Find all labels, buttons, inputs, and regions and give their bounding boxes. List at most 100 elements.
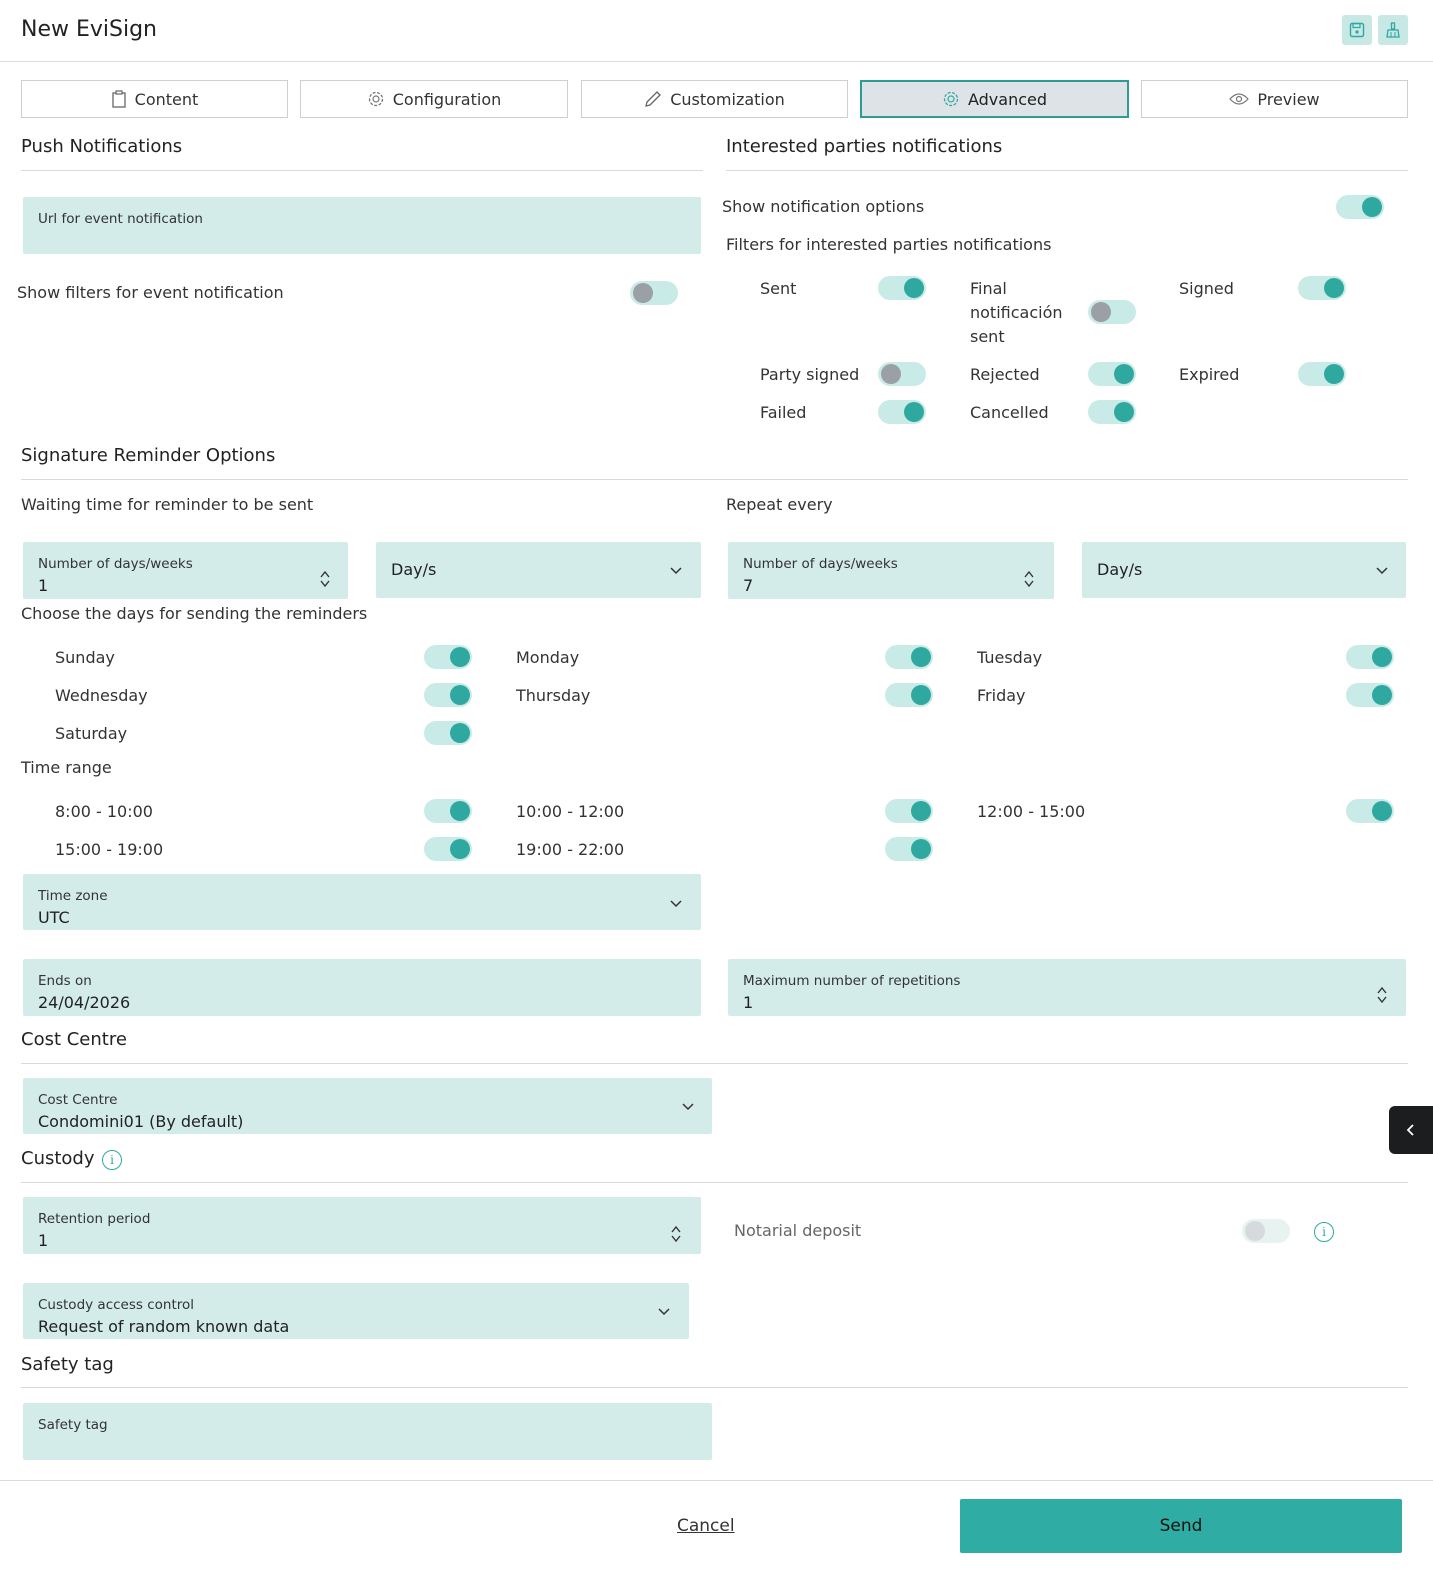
filter-failed-label: Failed xyxy=(760,403,807,422)
filter-party-signed-toggle[interactable] xyxy=(878,361,926,387)
day-wednesday-toggle[interactable] xyxy=(424,682,472,708)
tab-configuration[interactable]: Configuration xyxy=(300,80,568,118)
clean-button[interactable] xyxy=(1378,15,1408,45)
timezone-select[interactable]: Time zone UTC xyxy=(23,874,701,930)
day-sunday-toggle[interactable] xyxy=(424,644,472,670)
day-saturday-toggle[interactable] xyxy=(424,720,472,746)
wait-unit-select[interactable]: Day/s xyxy=(376,542,701,598)
chevron-down-icon xyxy=(670,900,682,908)
choose-days-label: Choose the days for sending the reminder… xyxy=(21,604,368,623)
field-label: Ends on xyxy=(38,973,92,989)
day-monday-label: Monday xyxy=(516,648,580,667)
filter-failed-toggle[interactable] xyxy=(878,399,926,425)
day-friday-toggle[interactable] xyxy=(1346,682,1394,708)
field-value: Request of random known data xyxy=(38,1317,290,1336)
section-divider xyxy=(726,170,1408,171)
section-divider xyxy=(21,1182,1408,1183)
day-sunday-label: Sunday xyxy=(55,648,115,667)
tab-preview[interactable]: Preview xyxy=(1141,80,1408,118)
ends-on-field[interactable]: Ends on 24/04/2026 xyxy=(23,959,701,1016)
section-divider xyxy=(21,479,1408,480)
range-1-toggle[interactable] xyxy=(424,798,472,824)
filter-signed-label: Signed xyxy=(1179,279,1234,298)
spinner-icon[interactable] xyxy=(319,569,331,589)
filter-signed-toggle[interactable] xyxy=(1298,275,1346,301)
save-button[interactable] xyxy=(1342,15,1372,45)
range-3-label: 12:00 - 15:00 xyxy=(977,802,1086,821)
broom-icon xyxy=(1386,22,1400,38)
chevron-left-icon xyxy=(1406,1124,1414,1136)
send-button[interactable]: Send xyxy=(960,1499,1402,1553)
filter-cancelled-toggle[interactable] xyxy=(1088,399,1136,425)
notarial-deposit-toggle[interactable] xyxy=(1242,1218,1290,1244)
filter-final-label-1: Final xyxy=(970,279,1007,298)
filter-sent-label: Sent xyxy=(760,279,797,298)
filter-expired-label: Expired xyxy=(1179,365,1240,384)
filter-expired-toggle[interactable] xyxy=(1298,361,1346,387)
gear-icon xyxy=(368,91,383,107)
tab-label: Content xyxy=(134,89,199,109)
url-notification-field[interactable]: Url for event notification xyxy=(23,197,701,254)
eye-icon xyxy=(1229,93,1250,105)
filter-party-signed-label: Party signed xyxy=(760,365,860,384)
section-divider xyxy=(21,1387,1408,1388)
field-label: Safety tag xyxy=(38,1417,108,1433)
filter-sent-toggle[interactable] xyxy=(878,275,926,301)
field-value: UTC xyxy=(38,908,70,927)
range-4-toggle[interactable] xyxy=(424,836,472,862)
field-value: 24/04/2026 xyxy=(38,993,131,1012)
filters-label: Filters for interested parties notificat… xyxy=(726,235,1052,254)
filter-rejected-toggle[interactable] xyxy=(1088,361,1136,387)
save-icon xyxy=(1349,22,1365,38)
day-tuesday-label: Tuesday xyxy=(977,648,1043,667)
day-monday-toggle[interactable] xyxy=(885,644,933,670)
show-notification-options-toggle[interactable] xyxy=(1336,194,1384,220)
tab-label: Configuration xyxy=(392,89,502,109)
chevron-down-icon xyxy=(1376,567,1388,575)
waiting-time-label: Waiting time for reminder to be sent xyxy=(21,495,314,514)
show-filters-toggle[interactable] xyxy=(630,280,678,306)
chevron-down-icon xyxy=(670,567,682,575)
spinner-icon[interactable] xyxy=(1376,985,1388,1005)
day-thursday-toggle[interactable] xyxy=(885,682,933,708)
range-4-label: 15:00 - 19:00 xyxy=(55,840,164,859)
range-2-toggle[interactable] xyxy=(885,798,933,824)
tab-advanced[interactable]: Advanced xyxy=(860,80,1129,118)
footer-divider xyxy=(0,1480,1433,1481)
max-repetitions-input[interactable]: Maximum number of repetitions 1 xyxy=(728,959,1406,1016)
field-label: Number of days/weeks xyxy=(743,556,898,572)
repeat-unit-select[interactable]: Day/s xyxy=(1082,542,1406,598)
chevron-down-icon xyxy=(682,1103,694,1111)
notarial-info-icon[interactable]: i xyxy=(1314,1222,1334,1242)
cost-centre-select[interactable]: Cost Centre Condomini01 (By default) xyxy=(23,1078,712,1134)
tab-content[interactable]: Content xyxy=(21,80,288,118)
spinner-icon[interactable] xyxy=(1023,569,1035,589)
tab-label: Preview xyxy=(1257,89,1320,109)
info-icon[interactable]: i xyxy=(102,1150,122,1170)
field-value: Day/s xyxy=(391,560,437,579)
tab-customization[interactable]: Customization xyxy=(581,80,848,118)
tab-label: Advanced xyxy=(967,89,1048,109)
day-tuesday-toggle[interactable] xyxy=(1346,644,1394,670)
range-5-label: 19:00 - 22:00 xyxy=(516,840,625,859)
field-value: Day/s xyxy=(1097,560,1143,579)
reminder-title: Signature Reminder Options xyxy=(21,445,276,466)
pencil-icon xyxy=(645,91,662,107)
section-divider xyxy=(21,170,703,171)
wait-number-input[interactable]: Number of days/weeks 1 xyxy=(23,542,348,599)
repeat-number-input[interactable]: Number of days/weeks 7 xyxy=(728,542,1054,599)
spinner-icon[interactable] xyxy=(670,1224,682,1244)
section-divider xyxy=(21,1063,1408,1064)
cog-icon xyxy=(943,91,959,107)
side-panel-toggle[interactable] xyxy=(1389,1106,1433,1154)
filter-final-toggle[interactable] xyxy=(1088,299,1136,325)
range-5-toggle[interactable] xyxy=(885,836,933,862)
cancel-button[interactable]: Cancel xyxy=(677,1516,735,1536)
interested-parties-title: Interested parties notifications xyxy=(726,136,1003,157)
retention-period-input[interactable]: Retention period 1 xyxy=(23,1197,701,1254)
range-3-toggle[interactable] xyxy=(1346,798,1394,824)
push-notifications-title: Push Notifications xyxy=(21,136,183,157)
custody-access-select[interactable]: Custody access control Request of random… xyxy=(23,1283,689,1339)
safety-tag-field[interactable]: Safety tag xyxy=(23,1403,712,1460)
filter-final-label-2: notificación xyxy=(970,303,1063,322)
